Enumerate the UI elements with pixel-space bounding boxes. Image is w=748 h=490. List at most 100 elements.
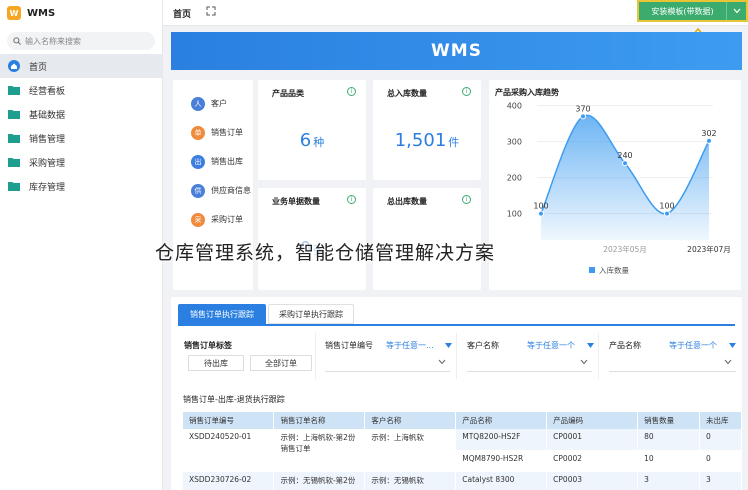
sales-out-icon: 出 (191, 154, 205, 169)
data-point (664, 210, 670, 217)
quick-entry-supplier[interactable]: 供 供应商信息 (173, 176, 253, 205)
customer-icon: 人 (191, 96, 205, 111)
table-cell: 示例：无锡帆软 (364, 471, 457, 490)
x-tick-label: 2023年07月 (687, 244, 731, 254)
table-cell: CP0003 (546, 471, 639, 490)
sidebar-item-home[interactable]: 首页 (0, 54, 162, 78)
pill-pending-out[interactable]: 待出库 (188, 355, 244, 371)
info-icon[interactable]: i (462, 87, 471, 96)
table-row[interactable]: XSDD240520-01 示例：上海帆软-第2份销售订单 示例：上海帆软 MT… (183, 429, 742, 472)
pill-all-orders[interactable]: 全部订单 (250, 355, 312, 371)
filter-condition[interactable]: 等于任意一个 (669, 340, 717, 351)
table-cell: CP0002 (546, 450, 639, 472)
stat-value: 6种 (299, 130, 325, 151)
order-tracking-table: 销售订单编号 销售订单名称 客户名称 产品名称 产品编码 销售数量 未出库 XS… (183, 412, 742, 490)
column-header[interactable]: 客户名称 (364, 412, 457, 429)
data-point (538, 210, 544, 217)
sidebar-item-label: 销售管理 (29, 134, 66, 145)
table-section-title: 销售订单-出库-退货执行跟踪 (183, 395, 285, 404)
legend-swatch (589, 267, 595, 273)
tab-sales-order-tracking[interactable]: 销售订单执行跟踪 (178, 304, 266, 324)
customer-select[interactable] (467, 356, 592, 372)
sidebar-item-purchase[interactable]: 采购管理 (0, 150, 162, 174)
install-dropdown-toggle[interactable] (726, 2, 746, 20)
filter-label: 销售订单编号 (325, 341, 373, 350)
sidebar: W WMS 输入名称来搜索 首页 经营看板 基础数据 销售管理 采购管理 库存管… (0, 0, 163, 490)
filter-condition[interactable]: 等于任意一个 (527, 340, 575, 351)
table-row[interactable]: XSDD230726-02 示例：无锡帆软-第2份 示例：无锡帆软 Cataly… (183, 471, 742, 490)
quick-entry-purchase-order[interactable]: 采 采购订单 (173, 205, 253, 234)
y-tick-label: 400 (507, 102, 522, 111)
app-name: WMS (27, 7, 56, 19)
info-icon[interactable]: i (462, 195, 471, 204)
table-cell: 3 (699, 471, 742, 490)
table-cell: MTQ8200-HS2F (455, 429, 548, 451)
chevron-down-icon (733, 8, 740, 14)
quick-entry-label: 销售订单 (211, 128, 243, 137)
fullscreen-icon[interactable] (206, 6, 216, 16)
order-no-select[interactable] (325, 356, 450, 372)
filter-label: 客户名称 (467, 341, 499, 350)
table-cell: 示例：上海帆软 (364, 429, 457, 472)
caret-down-icon (587, 343, 594, 348)
quick-entry-sales-out[interactable]: 出 销售出库 (173, 147, 253, 176)
table-cell: 10 (637, 450, 700, 472)
data-label: 370 (575, 104, 590, 113)
info-icon[interactable]: i (347, 195, 356, 204)
data-label: 302 (701, 129, 716, 138)
folder-icon (8, 85, 20, 95)
table-cell: 0 (699, 429, 742, 451)
quick-entry-label: 客户 (211, 99, 227, 108)
search-placeholder: 输入名称来搜索 (25, 36, 81, 46)
column-header[interactable]: 销售数量 (637, 412, 700, 429)
data-label: 100 (659, 202, 674, 211)
column-header[interactable]: 未出库 (699, 412, 742, 429)
top-bar: 首页 安装模板(带数据) (163, 0, 748, 26)
search-input[interactable]: 输入名称来搜索 (7, 32, 155, 50)
folder-icon (8, 157, 20, 167)
table-cell: XSDD240520-01 (183, 429, 275, 472)
tab-purchase-order-tracking[interactable]: 采购订单执行跟踪 (268, 304, 354, 324)
caret-down-icon (445, 343, 452, 348)
app-logo-row[interactable]: W WMS (0, 0, 162, 26)
stat-card-product-types: 产品品类 i 6种 (258, 80, 366, 180)
table-cell: XSDD230726-02 (183, 471, 275, 490)
table-cell: CP0001 (546, 429, 639, 451)
y-tick-label: 200 (507, 174, 522, 183)
sidebar-item-inventory[interactable]: 库存管理 (0, 174, 162, 198)
app-logo-icon: W (7, 6, 21, 20)
quick-entry-customer[interactable]: 人 客户 (173, 89, 253, 118)
info-icon[interactable]: i (347, 87, 356, 96)
product-select[interactable] (609, 356, 736, 372)
order-tracking-panel: 销售订单执行跟踪 采购订单执行跟踪 销售订单标签 待出库 全部订单 销售订单编号… (171, 297, 742, 490)
column-header[interactable]: 产品编码 (546, 412, 639, 429)
stat-title: 总入库数量 (387, 89, 427, 98)
sidebar-item-sales[interactable]: 销售管理 (0, 126, 162, 150)
sidebar-item-dashboard[interactable]: 经营看板 (0, 78, 162, 102)
y-tick-label: 100 (507, 210, 522, 219)
table-header-row: 销售订单编号 销售订单名称 客户名称 产品名称 产品编码 销售数量 未出库 (183, 412, 742, 429)
column-header[interactable]: 销售订单名称 (273, 412, 366, 429)
sidebar-item-label: 采购管理 (29, 158, 66, 169)
column-header[interactable]: 销售订单编号 (183, 412, 275, 429)
tab-underline (178, 324, 735, 326)
sidebar-item-label: 首页 (29, 62, 48, 73)
filter-label: 销售订单标签 (184, 341, 232, 350)
quick-entry-sales-order[interactable]: 单 销售订单 (173, 118, 253, 147)
supplier-icon: 供 (191, 183, 205, 198)
install-template-button[interactable]: 安装模板(带数据) (637, 0, 748, 22)
install-template-label: 安装模板(带数据) (639, 2, 726, 20)
data-point (622, 160, 628, 167)
search-icon (13, 37, 21, 45)
sidebar-item-label: 经营看板 (29, 86, 66, 97)
column-header[interactable]: 产品名称 (455, 412, 548, 429)
quick-entry-label: 供应商信息 (211, 186, 251, 195)
filter-condition[interactable]: 等于任意一... (386, 340, 434, 351)
table-cell: Catalyst 8300 (455, 471, 548, 490)
filter-label: 产品名称 (609, 341, 641, 350)
filter-customer: 客户名称 等于任意一个 (461, 333, 599, 379)
sidebar-item-basic-data[interactable]: 基础数据 (0, 102, 162, 126)
table-cell: 0 (699, 450, 742, 472)
table-cell: 3 (637, 471, 700, 490)
table-cell: 示例：上海帆软-第2份销售订单 (273, 429, 366, 472)
